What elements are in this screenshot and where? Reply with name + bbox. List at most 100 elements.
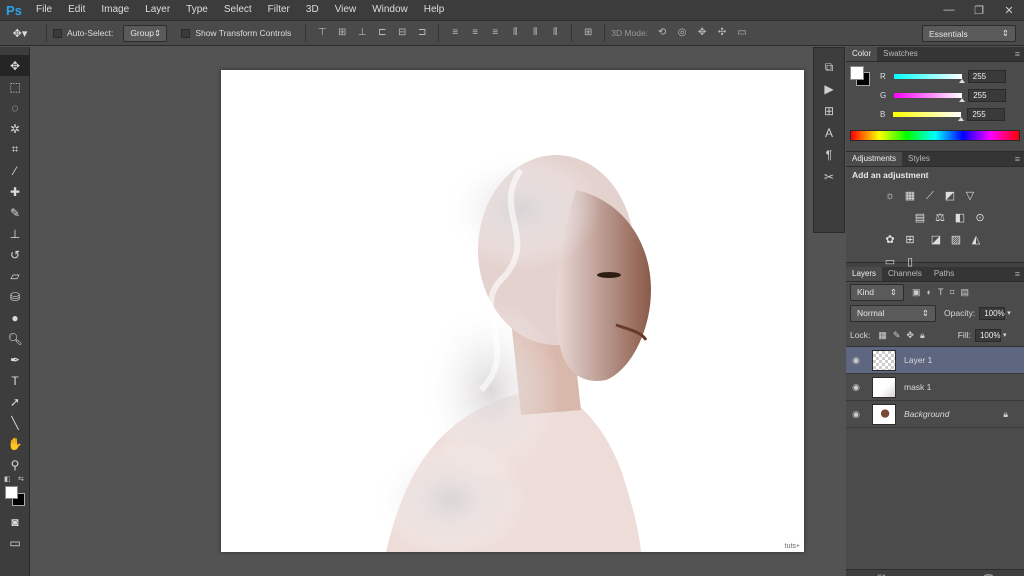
- menu-window[interactable]: Window: [364, 0, 416, 20]
- tool-presets-icon[interactable]: ✂: [814, 166, 844, 188]
- eraser-tool-icon[interactable]: ▱: [0, 265, 30, 286]
- auto-select-option[interactable]: Auto-Select:: [53, 28, 113, 38]
- posterize-icon[interactable]: ▨: [948, 232, 964, 248]
- blue-value[interactable]: 255: [967, 108, 1006, 121]
- lock-image-icon[interactable]: ✎: [893, 330, 901, 341]
- blend-mode-dropdown[interactable]: Normal ⇕: [850, 304, 936, 322]
- swap-colors-icon[interactable]: ⇆: [18, 475, 24, 483]
- menu-filter[interactable]: Filter: [260, 0, 298, 20]
- channel-mixer-icon[interactable]: ✿: [882, 232, 898, 248]
- visibility-eye-icon[interactable]: ◉: [846, 382, 866, 393]
- zoom-tool-icon[interactable]: ⚲: [0, 454, 30, 475]
- exposure-icon[interactable]: ◩: [942, 188, 958, 204]
- document-canvas[interactable]: tuts+: [221, 70, 804, 552]
- workspace-dropdown[interactable]: Essentials ⇕: [922, 25, 1016, 42]
- red-slider[interactable]: [893, 74, 965, 83]
- 3d-slide-icon[interactable]: ✣: [716, 27, 728, 39]
- layer-row[interactable]: ◉ Background 🔒︎: [846, 401, 1024, 428]
- 3d-rotate-icon[interactable]: ⟲: [656, 27, 668, 39]
- foreground-color-swatch[interactable]: [5, 486, 18, 499]
- menu-edit[interactable]: Edit: [60, 0, 93, 20]
- blur-tool-icon[interactable]: ●: [0, 307, 30, 328]
- distribute-bottom-icon[interactable]: ≡: [489, 27, 501, 39]
- magic-wand-tool-icon[interactable]: ✲: [0, 118, 30, 139]
- brightness-contrast-icon[interactable]: ☼: [882, 188, 898, 204]
- tab-paths[interactable]: Paths: [928, 267, 960, 281]
- invert-icon[interactable]: ◪: [928, 232, 944, 248]
- filter-shape-icon[interactable]: ⌗: [949, 287, 954, 298]
- align-left-icon[interactable]: ⊏: [376, 27, 388, 39]
- menu-layer[interactable]: Layer: [137, 0, 178, 20]
- move-tool-icon[interactable]: ✥: [0, 55, 30, 76]
- actions-panel-icon[interactable]: ▶: [814, 78, 844, 100]
- black-white-icon[interactable]: ◧: [952, 210, 968, 226]
- layer-name[interactable]: Layer 1: [904, 355, 932, 365]
- foreground-color-chip[interactable]: [850, 66, 864, 80]
- menu-type[interactable]: Type: [178, 0, 216, 20]
- pen-tool-icon[interactable]: ✒: [0, 349, 30, 370]
- vibrance-icon[interactable]: ▽: [962, 188, 978, 204]
- menu-file[interactable]: File: [28, 0, 60, 20]
- distribute-hcenter-icon[interactable]: ⦀: [529, 27, 541, 39]
- minimize-button[interactable]: —: [934, 0, 964, 20]
- panel-menu-icon[interactable]: ≡: [1011, 154, 1024, 166]
- dodge-tool-icon[interactable]: 🔍︎: [0, 328, 30, 349]
- visibility-eye-icon[interactable]: ◉: [846, 355, 866, 366]
- color-lookup-icon[interactable]: ⊞: [902, 232, 918, 248]
- align-bottom-icon[interactable]: ⊥: [356, 27, 368, 39]
- layer-name[interactable]: mask 1: [904, 382, 931, 392]
- tab-channels[interactable]: Channels: [882, 267, 928, 281]
- color-balance-icon[interactable]: ⚖: [932, 210, 948, 226]
- filter-type-icon[interactable]: T: [938, 287, 944, 297]
- tab-adjustments[interactable]: Adjustments: [846, 152, 903, 166]
- character-panel-icon[interactable]: A: [814, 122, 844, 144]
- auto-select-dropdown[interactable]: Group ⇕: [123, 24, 168, 42]
- kind-filter-dropdown[interactable]: Kind ⇕: [850, 283, 904, 301]
- lasso-tool-icon[interactable]: ◌: [0, 97, 30, 118]
- red-value[interactable]: 255: [967, 70, 1006, 83]
- align-hcenter-icon[interactable]: ⊟: [396, 27, 408, 39]
- menu-image[interactable]: Image: [93, 0, 137, 20]
- opacity-dropdown-icon[interactable]: ▾: [1007, 309, 1011, 317]
- close-button[interactable]: ✕: [994, 0, 1024, 20]
- align-right-icon[interactable]: ⊐: [416, 27, 428, 39]
- curves-icon[interactable]: ⟋: [922, 188, 938, 204]
- distribute-top-icon[interactable]: ≡: [449, 27, 461, 39]
- photo-filter-icon[interactable]: ⊙: [972, 210, 988, 226]
- layer-row[interactable]: ◉ Layer 1: [846, 347, 1024, 374]
- green-value[interactable]: 255: [968, 89, 1007, 102]
- 3d-drag-icon[interactable]: ✥: [696, 27, 708, 39]
- distribute-vcenter-icon[interactable]: ≡: [469, 27, 481, 39]
- filter-pixel-icon[interactable]: ▣: [912, 287, 921, 298]
- visibility-eye-icon[interactable]: ◉: [846, 409, 866, 420]
- quick-mask-icon[interactable]: ◙: [0, 511, 30, 532]
- type-tool-icon[interactable]: T: [0, 370, 30, 391]
- panel-menu-icon[interactable]: ≡: [1011, 269, 1024, 281]
- levels-icon[interactable]: ▦: [902, 188, 918, 204]
- move-tool-preset-icon[interactable]: ✥▾: [0, 27, 40, 40]
- default-colors-icon[interactable]: ◧: [4, 475, 11, 483]
- screen-mode-icon[interactable]: ▭: [0, 532, 30, 553]
- healing-brush-tool-icon[interactable]: ✚: [0, 181, 30, 202]
- auto-select-checkbox[interactable]: [53, 28, 62, 38]
- lock-transparent-icon[interactable]: ▦: [878, 330, 887, 341]
- filter-adjustment-icon[interactable]: ◐: [927, 287, 932, 297]
- slider-thumb[interactable]: [958, 79, 965, 83]
- layer-name[interactable]: Background: [904, 409, 949, 419]
- color-swatches[interactable]: ◧ ⇆: [0, 475, 29, 511]
- tab-layers[interactable]: Layers: [846, 267, 883, 281]
- hand-tool-icon[interactable]: ✋: [0, 433, 30, 454]
- fill-dropdown-icon[interactable]: ▾: [1003, 331, 1007, 339]
- threshold-icon[interactable]: ◭: [968, 232, 984, 248]
- paint-bucket-tool-icon[interactable]: ⛁: [0, 286, 30, 307]
- menu-3d[interactable]: 3D: [298, 0, 327, 20]
- history-brush-tool-icon[interactable]: ↺: [0, 244, 30, 265]
- eyedropper-tool-icon[interactable]: ⁄: [0, 160, 30, 181]
- line-tool-icon[interactable]: ╲: [0, 412, 30, 433]
- fill-value[interactable]: 100%: [974, 328, 1001, 342]
- menu-help[interactable]: Help: [416, 0, 453, 20]
- marquee-tool-icon[interactable]: ⬚: [0, 76, 30, 97]
- hue-saturation-icon[interactable]: ▤: [912, 210, 928, 226]
- panel-menu-icon[interactable]: ≡: [1011, 49, 1024, 61]
- menu-select[interactable]: Select: [216, 0, 260, 20]
